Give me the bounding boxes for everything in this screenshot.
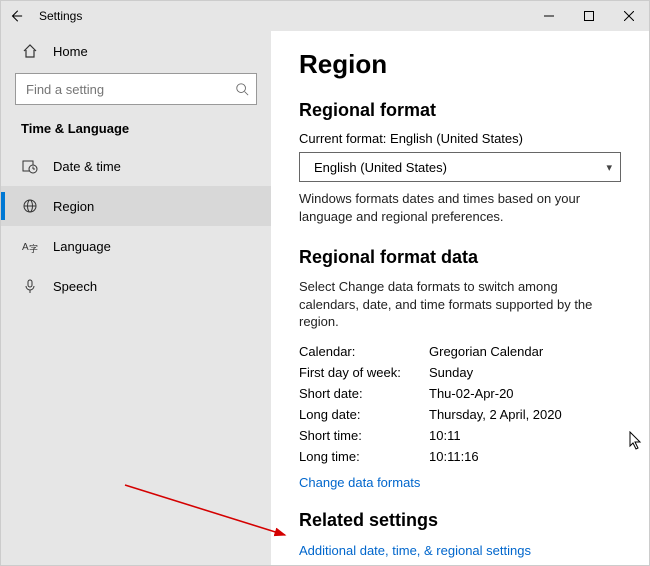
nav-language[interactable]: A字 Language bbox=[1, 226, 271, 266]
chevron-down-icon: ▾ bbox=[606, 161, 612, 174]
main-content: Region Regional format Current format: E… bbox=[271, 31, 649, 565]
nav-date-time[interactable]: Date & time bbox=[1, 146, 271, 186]
back-button[interactable] bbox=[1, 1, 31, 31]
globe-icon bbox=[21, 198, 39, 214]
section-related-settings: Related settings bbox=[299, 510, 621, 531]
search-input[interactable] bbox=[15, 73, 257, 105]
clock-calendar-icon bbox=[21, 158, 39, 174]
format-data-table: Calendar:Gregorian Calendar First day of… bbox=[299, 341, 621, 467]
maximize-button[interactable] bbox=[569, 1, 609, 31]
format-dropdown[interactable]: English (United States) ▾ bbox=[299, 152, 621, 182]
home-label: Home bbox=[53, 44, 88, 59]
nav-item-label: Date & time bbox=[53, 159, 121, 174]
row-shortdate: Short date:Thu-02-Apr-20 bbox=[299, 383, 621, 404]
regional-format-data-desc: Select Change data formats to switch amo… bbox=[299, 278, 621, 331]
nav-region[interactable]: Region bbox=[1, 186, 271, 226]
window-title: Settings bbox=[39, 9, 82, 23]
nav-item-label: Region bbox=[53, 199, 94, 214]
minimize-button[interactable] bbox=[529, 1, 569, 31]
row-longdate: Long date:Thursday, 2 April, 2020 bbox=[299, 404, 621, 425]
section-regional-format-data: Regional format data bbox=[299, 247, 621, 268]
home-nav[interactable]: Home bbox=[1, 37, 271, 65]
regional-format-desc: Windows formats dates and times based on… bbox=[299, 190, 621, 225]
mouse-cursor-icon bbox=[629, 431, 643, 451]
page-heading: Region bbox=[299, 49, 621, 80]
close-button[interactable] bbox=[609, 1, 649, 31]
home-icon bbox=[21, 43, 39, 59]
nav-speech[interactable]: Speech bbox=[1, 266, 271, 306]
row-longtime: Long time:10:11:16 bbox=[299, 446, 621, 467]
dropdown-value: English (United States) bbox=[314, 160, 447, 175]
additional-settings-link[interactable]: Additional date, time, & regional settin… bbox=[299, 543, 531, 558]
row-shorttime: Short time:10:11 bbox=[299, 425, 621, 446]
arrow-left-icon bbox=[9, 9, 23, 23]
svg-text:字: 字 bbox=[29, 243, 38, 254]
titlebar: Settings bbox=[1, 1, 649, 31]
nav-item-label: Language bbox=[53, 239, 111, 254]
nav-item-label: Speech bbox=[53, 279, 97, 294]
language-icon: A字 bbox=[21, 238, 39, 254]
row-calendar: Calendar:Gregorian Calendar bbox=[299, 341, 621, 362]
row-firstday: First day of week:Sunday bbox=[299, 362, 621, 383]
section-regional-format: Regional format bbox=[299, 100, 621, 121]
sidebar: Home Time & Language Date & time bbox=[1, 31, 271, 565]
microphone-icon bbox=[21, 278, 39, 294]
change-data-formats-link[interactable]: Change data formats bbox=[299, 475, 420, 490]
svg-text:A: A bbox=[22, 242, 29, 253]
search-icon bbox=[235, 73, 249, 105]
nav-group-header: Time & Language bbox=[1, 117, 271, 146]
current-format-label: Current format: English (United States) bbox=[299, 131, 621, 146]
search-box[interactable] bbox=[15, 73, 257, 105]
